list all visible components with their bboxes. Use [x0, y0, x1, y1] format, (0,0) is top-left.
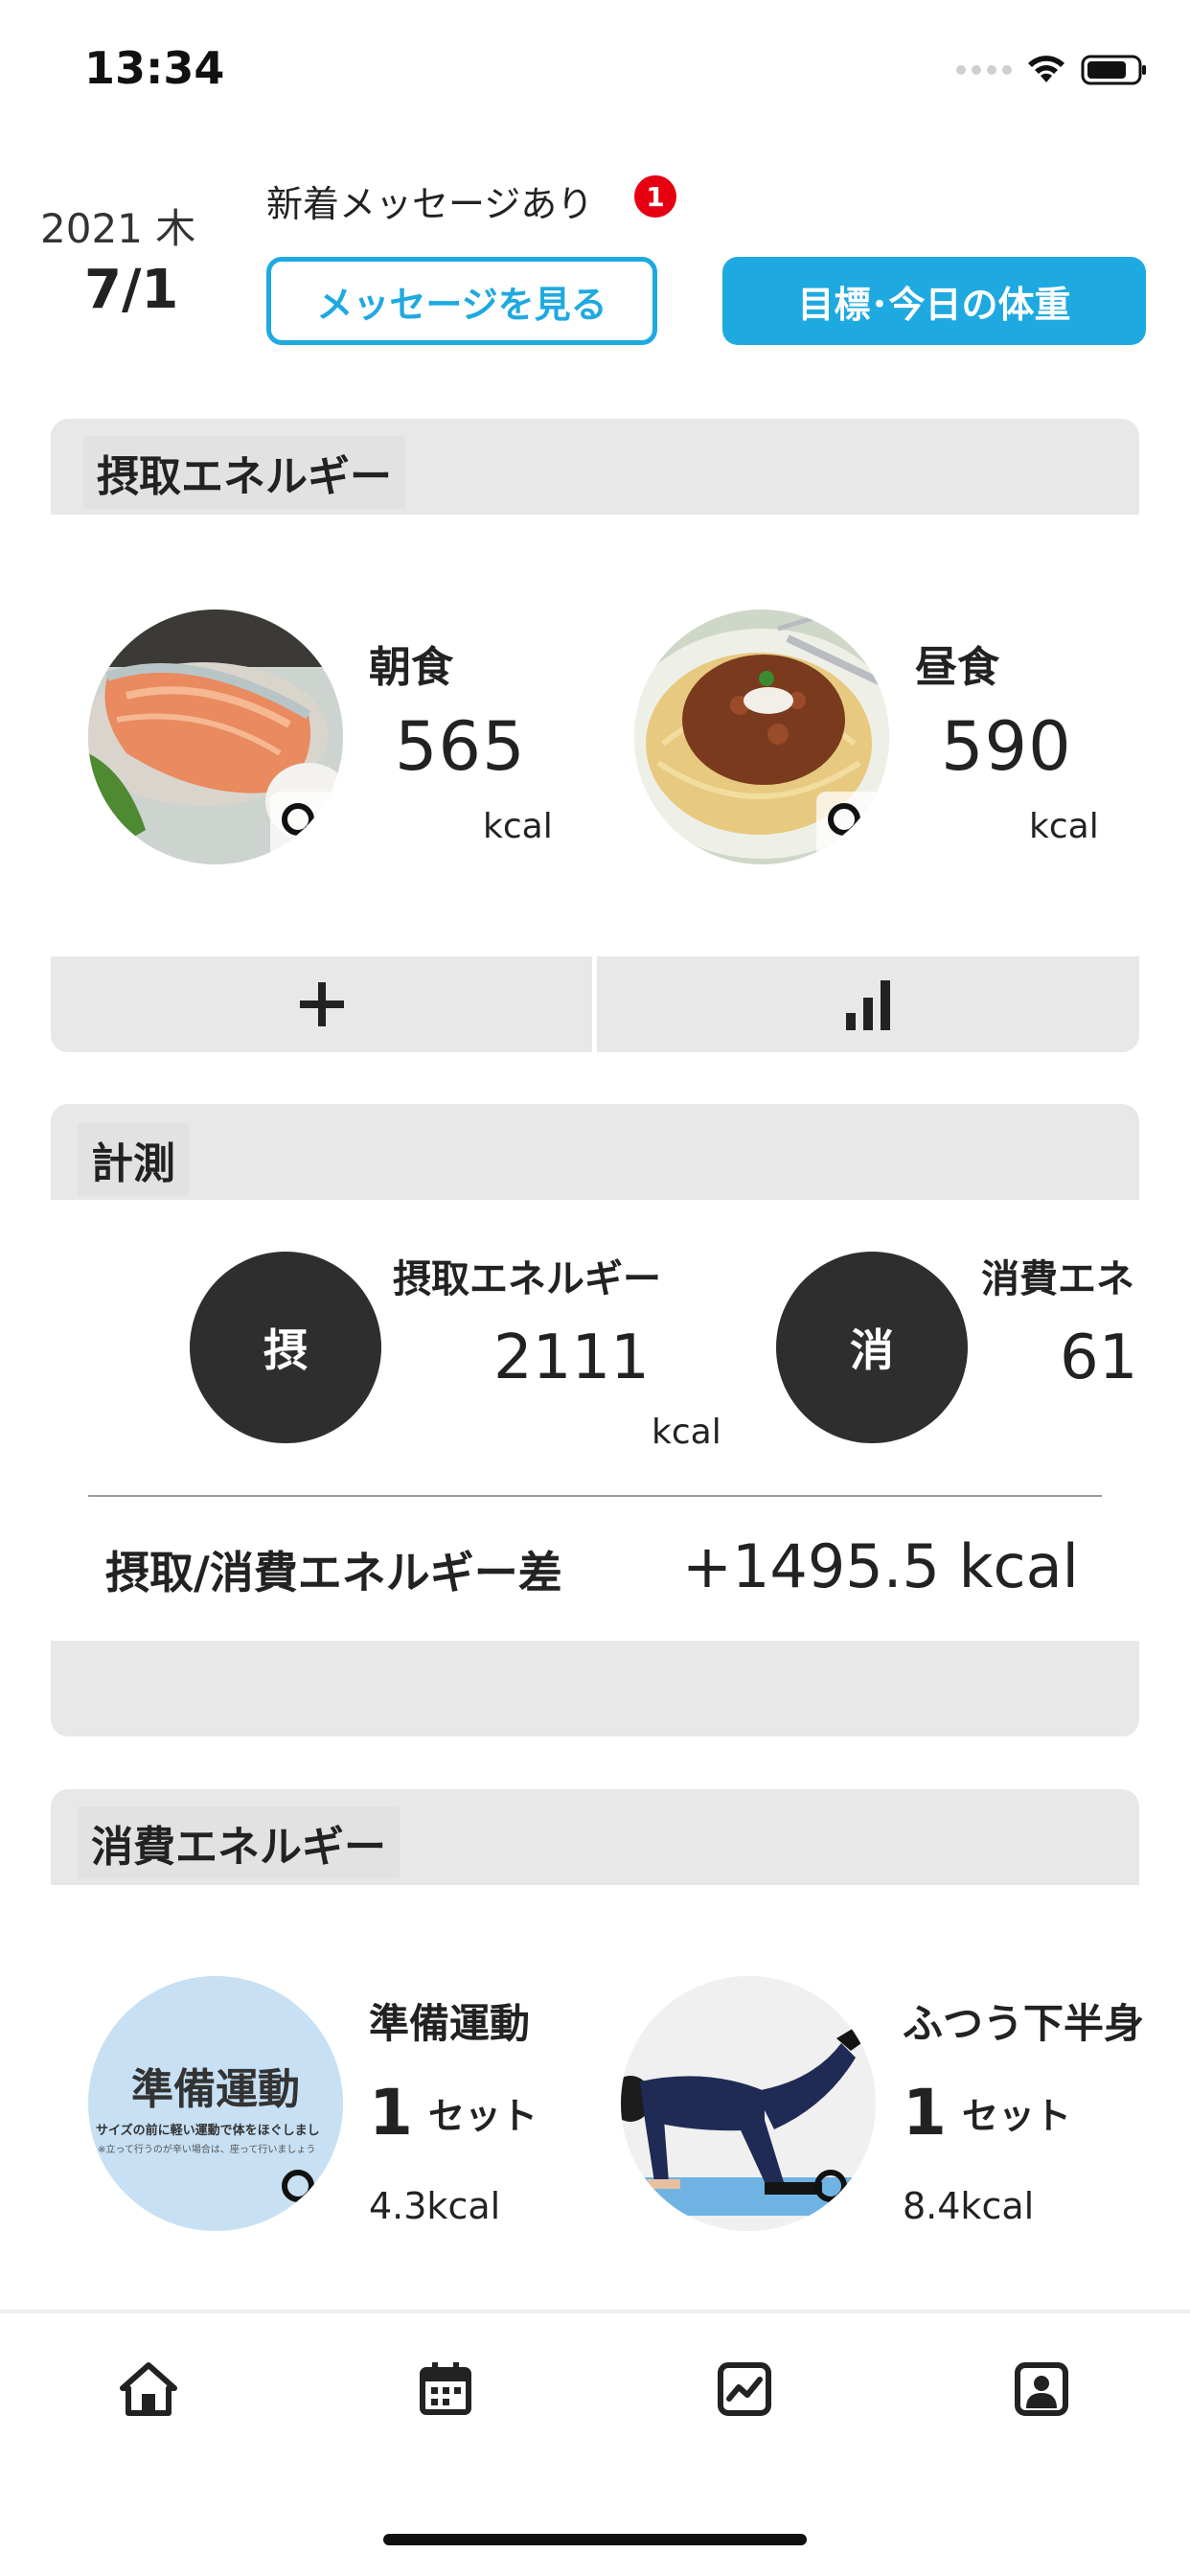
- leg-exercise-thumbnail[interactable]: [621, 1976, 876, 2231]
- new-message-notice: 新着メッセージあり: [266, 183, 594, 225]
- lunch-zoom-icon[interactable]: [816, 792, 883, 859]
- burn-energy-label: 消費エネ: [981, 1257, 1134, 1301]
- breakfast-kcal-value: 565: [395, 707, 526, 786]
- leg-exercise-label: ふつう下半身: [903, 2000, 1145, 2047]
- warmup-count: 1 セット: [369, 2076, 538, 2150]
- leg-exercise-count-unit: セット: [961, 2095, 1071, 2137]
- view-messages-button[interactable]: メッセージを見る: [266, 257, 657, 345]
- status-time: 13:34: [84, 42, 225, 94]
- cellular-signal-icon: [956, 65, 1012, 75]
- battery-icon: [1081, 55, 1146, 85]
- burn-badge-icon: 消: [776, 1252, 968, 1443]
- calendar-icon: [420, 2362, 471, 2415]
- breakfast-photo[interactable]: [88, 610, 343, 864]
- measure-divider: [88, 1495, 1102, 1497]
- burn-energy-clip: 消費エネ 61: [981, 1242, 1190, 1434]
- warmup-thumb-line2: ※立って行うのが辛い場合は、座って行いましょう: [98, 2145, 316, 2155]
- energy-diff-value: +1495.5 kcal: [682, 1531, 1079, 1601]
- warmup-thumb-line1: サイズの前に軽い運動で体をほぐしまし: [96, 2124, 320, 2138]
- measure-footer-panel: [51, 1641, 1139, 1736]
- wifi-icon: [1028, 56, 1064, 82]
- lunch-photo[interactable]: [634, 610, 889, 864]
- warmup-zoom-icon[interactable]: [270, 2158, 337, 2225]
- intake-section-title: 摂取エネルギー: [83, 436, 405, 509]
- intake-energy-value: 2111: [493, 1322, 650, 1393]
- tab-profile[interactable]: [1008, 2356, 1075, 2423]
- burn-section-header: 消費エネルギー: [51, 1789, 1139, 1885]
- status-icons: [956, 54, 1148, 86]
- leg-exercise-zoom-icon[interactable]: [803, 2158, 870, 2225]
- lunch-kcal-value: 590: [941, 707, 1072, 786]
- intake-energy-unit: kcal: [652, 1413, 721, 1452]
- intake-section-header: 摂取エネルギー: [51, 419, 1139, 515]
- plus-icon: [299, 982, 344, 1026]
- leg-exercise-kcal: 8.4kcal: [903, 2185, 1035, 2227]
- tab-calendar[interactable]: [412, 2356, 479, 2423]
- home-indicator: [383, 2534, 807, 2545]
- tab-trend[interactable]: [711, 2356, 778, 2423]
- tab-home[interactable]: [115, 2356, 182, 2423]
- date-day: 7/1: [84, 259, 179, 321]
- lunch-kcal-unit: kcal: [1029, 807, 1099, 846]
- warmup-count-value: 1: [369, 2076, 413, 2150]
- breakfast-kcal-unit: kcal: [483, 807, 553, 846]
- warmup-thumbnail[interactable]: 準備運動 サイズの前に軽い運動で体をほぐしまし ※立って行うのが辛い場合は、座っ…: [88, 1976, 343, 2231]
- lunch-label: 昼食: [915, 643, 999, 692]
- leg-exercise-count: 1 セット: [903, 2076, 1071, 2150]
- warmup-kcal: 4.3kcal: [369, 2185, 501, 2227]
- leg-exercise-count-value: 1: [903, 2076, 947, 2150]
- intake-energy-label: 摂取エネルギー: [393, 1257, 661, 1301]
- bar-chart-icon: [846, 980, 890, 1030]
- trend-chart-icon: [718, 2362, 771, 2416]
- intake-chart-button[interactable]: [597, 956, 1139, 1052]
- add-meal-button[interactable]: [51, 956, 592, 1052]
- burn-section-title: 消費エネルギー: [78, 1806, 400, 1879]
- warmup-count-unit: セット: [427, 2095, 538, 2137]
- warmup-thumb-title: 準備運動: [131, 2065, 300, 2114]
- profile-icon: [1015, 2362, 1068, 2416]
- warmup-label: 準備運動: [369, 2000, 531, 2047]
- leg-exercise-label-clip: ふつう下半身: [903, 1984, 1190, 2051]
- goal-weight-button[interactable]: 目標･今日の体重: [722, 257, 1146, 345]
- burn-energy-value: 61: [1060, 1322, 1138, 1393]
- breakfast-zoom-icon[interactable]: [270, 792, 337, 859]
- intake-badge-icon: 摂: [190, 1252, 381, 1443]
- measure-section-title: 計測: [78, 1123, 189, 1196]
- message-count-badge: 1: [634, 175, 676, 218]
- home-icon: [120, 2362, 177, 2416]
- energy-diff-label: 摂取/消費エネルギー差: [105, 1547, 562, 1598]
- breakfast-label: 朝食: [369, 643, 453, 692]
- date-year-weekday: 2021 木: [40, 205, 196, 252]
- measure-section-header: 計測: [51, 1104, 1139, 1200]
